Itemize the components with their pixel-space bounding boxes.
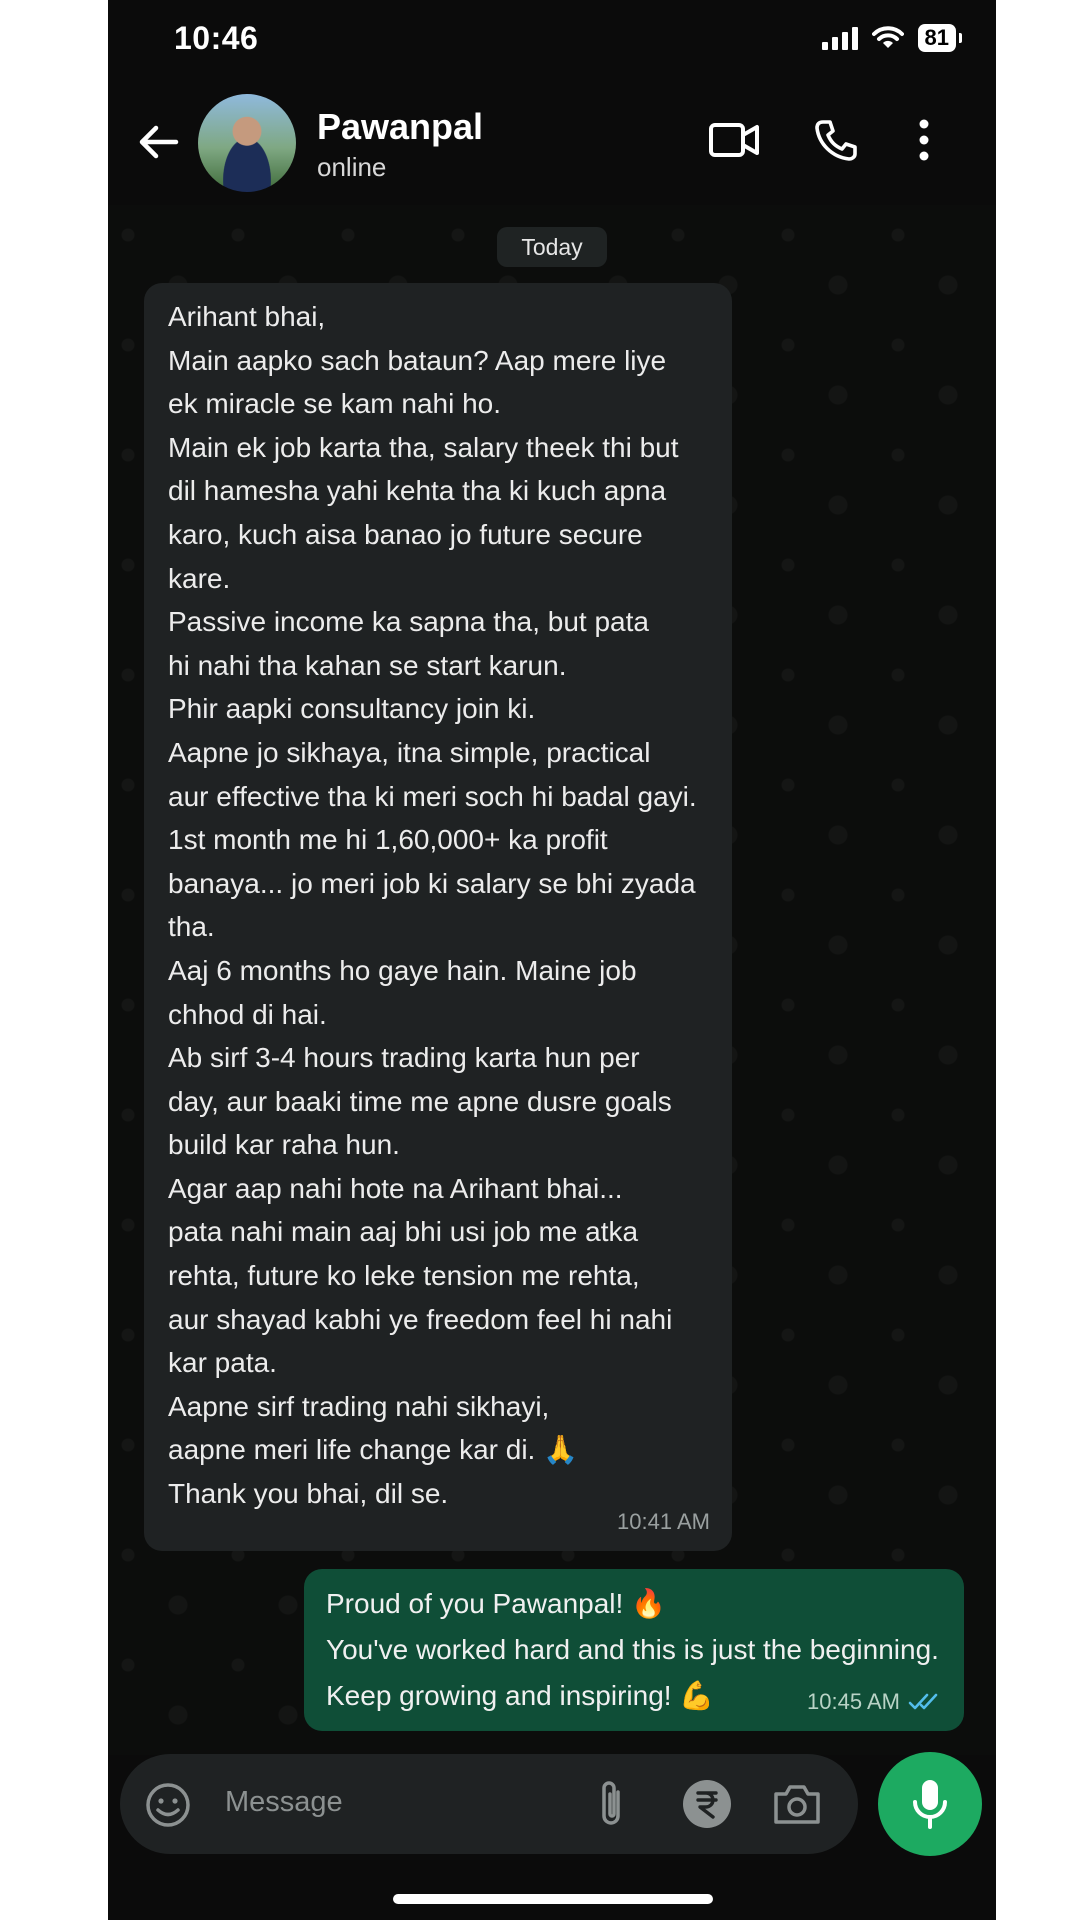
emoji-icon[interactable] <box>144 1781 192 1829</box>
message-meta: 10:45 AM <box>807 1689 942 1715</box>
contact-status: online <box>317 152 387 182</box>
status-bar: 10:46 81 <box>108 0 996 80</box>
outgoing-message-bubble[interactable]: Proud of you Pawanpal! 🔥 You've worked h… <box>304 1569 964 1731</box>
back-arrow-icon[interactable] <box>136 120 180 164</box>
status-icons: 81 <box>821 24 963 52</box>
message-composer: Message <box>120 1754 858 1854</box>
voice-message-button[interactable] <box>878 1752 982 1856</box>
message-input[interactable]: Message <box>225 1786 343 1819</box>
video-call-icon[interactable] <box>708 120 760 160</box>
chat-area[interactable]: Today Arihant bhai, Main aapko sach bata… <box>108 205 996 1755</box>
chat-header: Pawanpal online <box>108 80 996 200</box>
rupee-payment-icon[interactable] <box>682 1779 732 1829</box>
attachment-paperclip-icon[interactable] <box>594 1778 628 1830</box>
battery-indicator: 81 <box>917 24 963 52</box>
more-options-icon[interactable] <box>918 118 930 162</box>
phone-screen: 10:46 81 Pawanpal online Today Arihant b… <box>108 0 996 1920</box>
voice-call-icon[interactable] <box>814 118 858 162</box>
camera-icon[interactable] <box>772 1782 822 1826</box>
read-receipt-double-tick-icon <box>908 1693 938 1710</box>
home-indicator[interactable] <box>393 1894 713 1904</box>
incoming-message-bubble[interactable]: Arihant bhai, Main aapko sach bataun? Aa… <box>144 283 732 1551</box>
message-timestamp: 10:41 AM <box>617 1509 710 1534</box>
contact-name[interactable]: Pawanpal <box>317 106 483 148</box>
cellular-signal-icon <box>821 26 858 50</box>
wifi-icon <box>871 26 904 48</box>
status-time: 10:46 <box>174 20 259 56</box>
microphone-icon <box>913 1780 947 1829</box>
date-divider: Today <box>497 227 607 267</box>
message-text: Arihant bhai, Main aapko sach bataun? Aa… <box>168 301 697 1510</box>
message-timestamp: 10:45 AM <box>807 1689 900 1714</box>
contact-avatar[interactable] <box>198 94 296 192</box>
